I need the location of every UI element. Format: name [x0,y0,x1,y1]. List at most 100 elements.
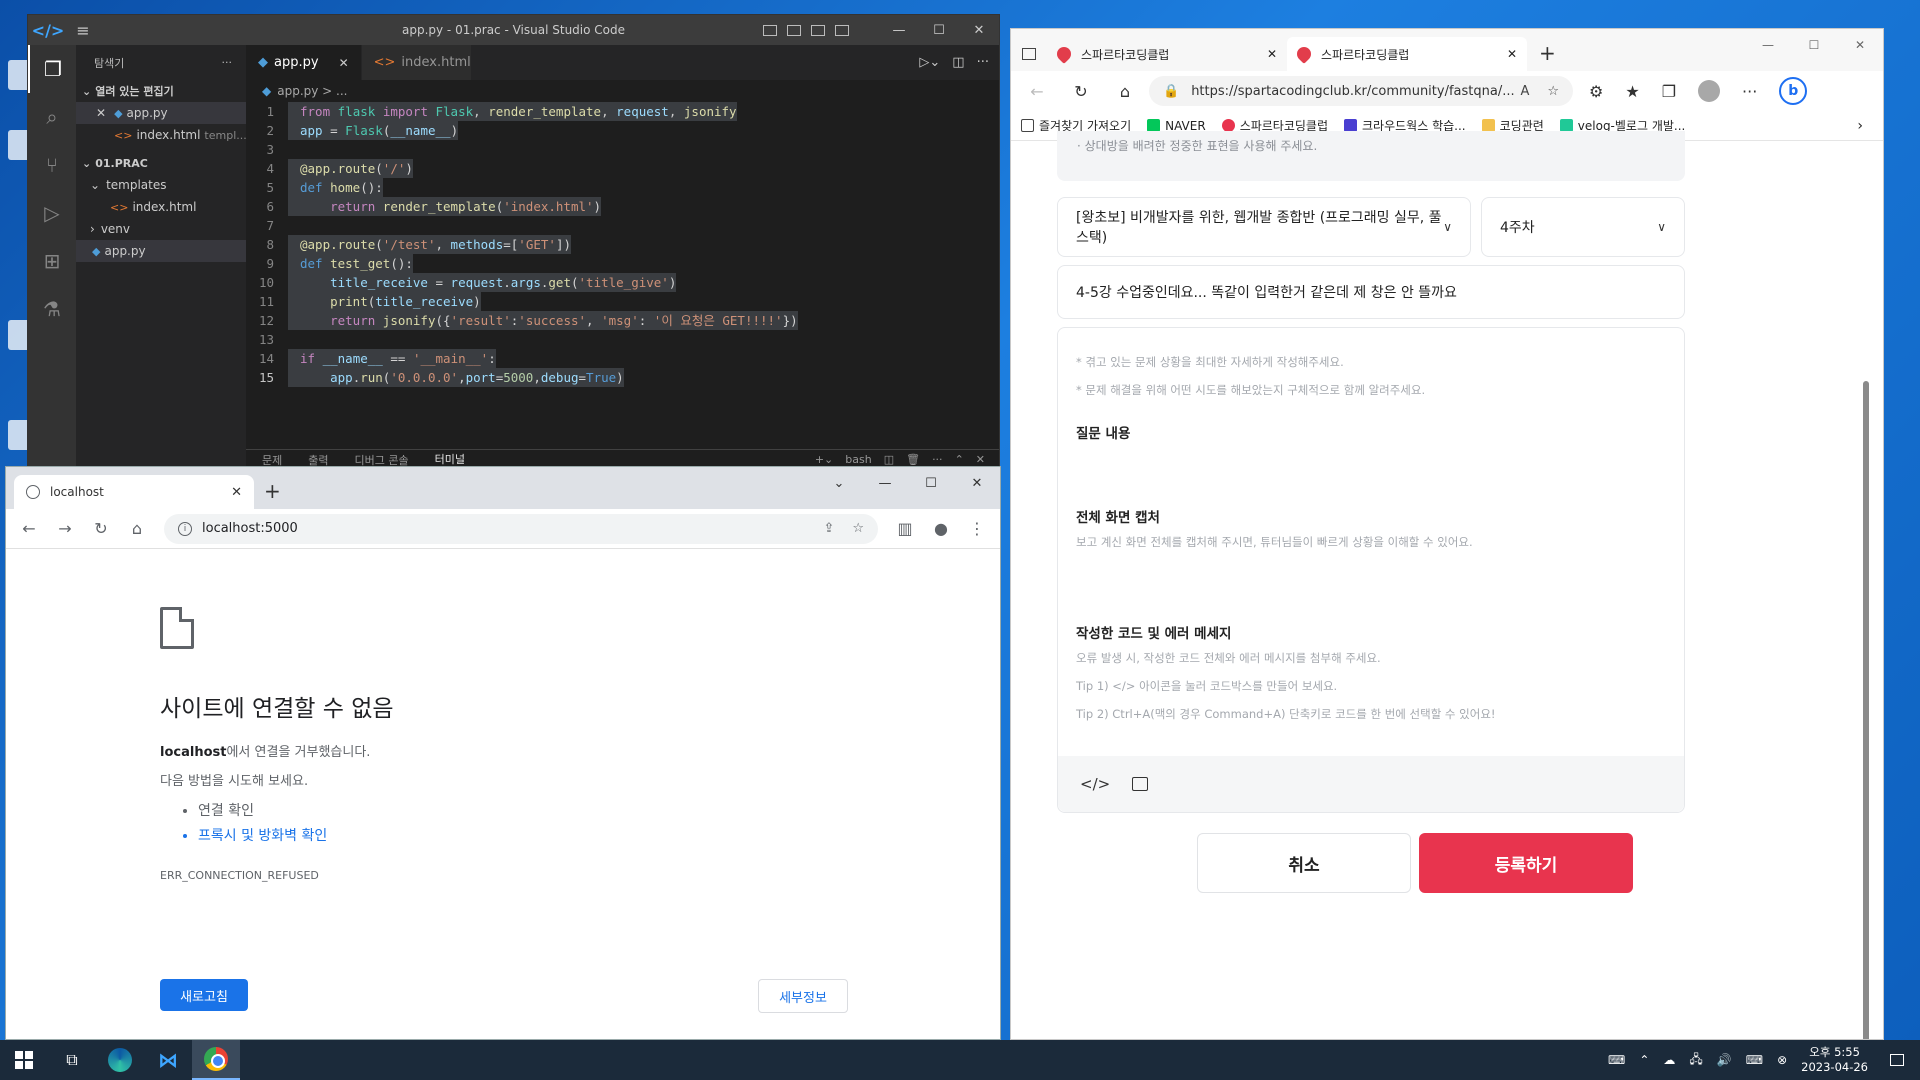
more-actions-icon[interactable]: ··· [932,453,943,466]
add-favorite-icon[interactable]: ☆ [1547,84,1559,99]
close-panel-icon[interactable]: ✕ [976,453,985,466]
status-icon[interactable]: ⊗ [1777,1053,1787,1067]
side-panel-icon[interactable]: ▥ [890,519,920,538]
minimize-button[interactable]: — [862,467,908,499]
details-button[interactable]: 세부정보 [758,979,848,1013]
terminal-name[interactable]: bash [845,453,871,466]
breadcrumb[interactable]: ◆ app.py > ... [246,80,999,102]
new-tab-button[interactable]: + [1527,41,1568,71]
maximize-button[interactable]: ☐ [908,467,954,499]
suggestion-link[interactable]: 프록시 및 방화벽 확인 [198,824,860,849]
tab-search-icon[interactable]: ⌄ [816,467,862,499]
customize-layout-icon[interactable] [835,24,849,36]
chevron-up-icon[interactable]: ⌃ [955,453,964,466]
scrollbar[interactable] [1863,381,1869,1039]
extensions-icon[interactable]: ⚙ [1589,82,1603,101]
open-editors-section[interactable]: ⌄ 열려 있는 편집기 [76,80,246,102]
source-control-icon[interactable]: ⑂ [28,141,76,189]
close-tab-icon[interactable]: ✕ [1267,47,1277,61]
trash-icon[interactable]: 🗑 [906,453,920,466]
edge-tab-active[interactable]: 스파르타코딩클럽 ✕ [1287,37,1527,71]
extensions-icon[interactable]: ⊞ [28,237,76,285]
testing-icon[interactable]: ⚗ [28,285,76,333]
folder-section[interactable]: ⌄ 01.PRAC [76,152,246,174]
taskbar-vscode[interactable]: ⋈ [144,1040,192,1080]
home-icon[interactable]: ⌂ [1105,82,1145,101]
volume-icon[interactable]: 🔊 [1717,1053,1732,1067]
bookmark-star-icon[interactable]: ☆ [852,521,864,536]
onedrive-icon[interactable]: ☁ [1663,1053,1675,1067]
chrome-tab[interactable]: localhost ✕ [14,475,254,509]
bing-icon[interactable]: b [1779,77,1808,105]
address-bar[interactable]: i localhost:5000 ⇪ ☆ [164,513,878,544]
submit-button[interactable]: 등록하기 [1419,833,1633,893]
reload-button[interactable]: 새로고침 [160,979,248,1011]
read-aloud-icon[interactable]: A [1520,84,1529,99]
tab-actions-icon[interactable] [1011,37,1047,71]
tree-folder-templates[interactable]: ⌄ templates [76,174,246,196]
lock-icon[interactable]: 🔒 [1163,84,1179,99]
kebab-menu-icon[interactable]: ⋮ [962,519,992,538]
open-editor-item[interactable]: ✕ ◆ app.py [76,102,246,124]
tree-file-app-py[interactable]: ◆ app.py [76,240,246,262]
image-icon[interactable] [1132,777,1149,791]
course-select[interactable]: [왕초보] 비개발자를 위한, 웹개발 종합반 (프로그래밍 실무, 풀스택) … [1057,197,1471,257]
close-icon[interactable]: ✕ [96,106,106,120]
open-editor-item[interactable]: <> index.html templ... [76,124,246,146]
close-tab-icon[interactable]: ✕ [339,56,349,70]
code-editor[interactable]: 1 from flask import Flask, render_templat… [246,102,999,387]
new-tab-button[interactable]: + [264,479,281,503]
notification-icon[interactable] [1882,1054,1912,1066]
share-icon[interactable]: ⇪ [823,521,834,536]
chevron-up-icon[interactable]: ⌃ [1639,1053,1649,1067]
more-actions-icon[interactable]: ··· [977,55,989,70]
more-icon[interactable]: ··· [1742,82,1757,101]
toggle-panel-icon[interactable] [787,24,801,36]
close-button[interactable]: ✕ [1837,29,1883,61]
close-button[interactable]: ✕ [959,15,999,45]
minimize-button[interactable]: — [1745,29,1791,61]
split-editor-icon[interactable]: ◫ [952,55,964,70]
network-icon[interactable]: 🖧 [1689,1050,1702,1071]
task-view-button[interactable]: ⧉ [48,1040,96,1080]
question-body-editor[interactable]: * 겪고 있는 문제 상황을 최대한 자세하게 작성해주세요. * 문제 해결을… [1057,327,1685,813]
keyboard-icon[interactable]: ⌨ [1608,1053,1625,1067]
info-icon[interactable]: i [178,521,192,536]
code-block-icon[interactable]: </> [1080,775,1110,793]
question-title-input[interactable]: 4-5강 수업중인데요... 똑같이 입력한거 같은데 제 창은 안 뜰까요 [1057,265,1685,319]
tree-folder-venv[interactable]: › venv [76,218,246,240]
reload-icon[interactable]: ↻ [1061,82,1101,101]
chevron-right-icon[interactable]: › [1857,118,1883,134]
forward-button[interactable]: → [50,519,80,538]
avatar[interactable] [1698,80,1721,102]
taskbar-chrome[interactable] [192,1040,240,1080]
start-button[interactable] [0,1040,48,1080]
tab-app-py[interactable]: ◆ app.py ✕ [246,45,362,80]
ime-icon[interactable]: ⌨ [1746,1053,1763,1067]
new-terminal-icon[interactable]: +⌄ [815,453,833,466]
split-terminal-icon[interactable]: ◫ [884,453,894,466]
taskbar-edge[interactable] [96,1040,144,1080]
explorer-icon[interactable]: ❐ [28,45,76,93]
more-actions-icon[interactable]: ··· [222,56,233,69]
address-bar[interactable]: 🔒 https://spartacodingclub.kr/community/… [1149,76,1573,106]
maximize-button[interactable]: ☐ [919,15,959,45]
toggle-sidebar-icon[interactable] [763,24,777,36]
tree-file-index-html[interactable]: <> index.html [76,196,246,218]
run-icon[interactable]: ▷⌄ [919,55,940,70]
toggle-secondary-sidebar-icon[interactable] [811,24,825,36]
close-tab-icon[interactable]: ✕ [231,485,242,500]
close-tab-icon[interactable]: ✕ [1507,47,1517,61]
close-button[interactable]: ✕ [954,467,1000,499]
minimize-button[interactable]: — [879,15,919,45]
back-button[interactable]: ← [1017,82,1057,101]
favorites-icon[interactable]: ★ [1625,82,1639,101]
menu-icon[interactable]: ≡ [68,21,98,40]
collections-icon[interactable]: ❐ [1662,82,1676,101]
profile-icon[interactable]: ● [926,519,956,538]
week-select[interactable]: 4주차 ∨ [1481,197,1685,257]
search-icon[interactable]: ⌕ [28,93,76,141]
edge-tab[interactable]: 스파르타코딩클럽 ✕ [1047,37,1287,71]
tab-index-html[interactable]: <> index.html [361,45,472,80]
reload-icon[interactable]: ↻ [86,519,116,538]
